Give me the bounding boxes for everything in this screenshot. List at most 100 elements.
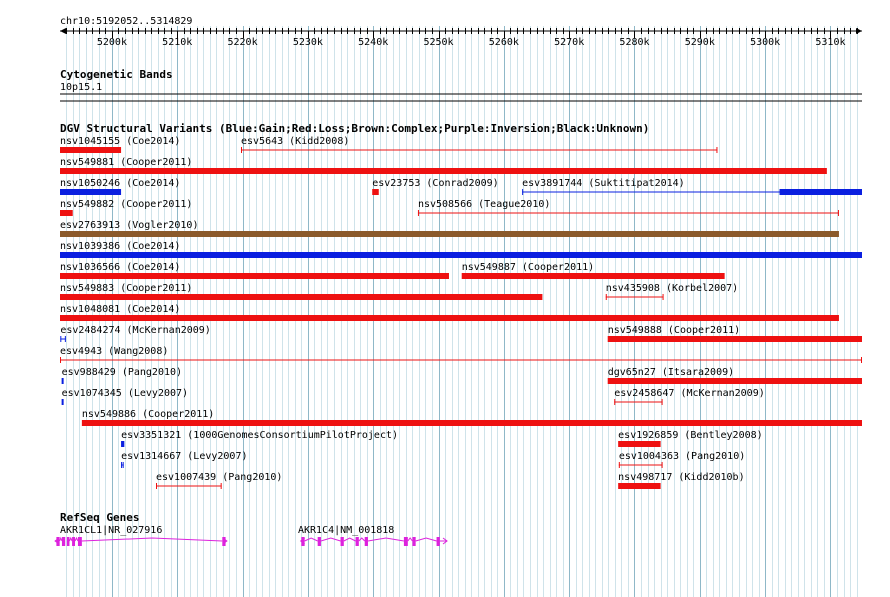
ruler-tick-label: 5260k bbox=[489, 37, 519, 48]
dgv-feature-label: nsv1048081 (Coe2014) bbox=[60, 304, 180, 315]
refseq-genes: AKR1CL1|NR_027916 AKR1C4|NM_001818 bbox=[54, 525, 448, 546]
dgv-feature-label: esv1314667 (Levy2007) bbox=[121, 451, 247, 462]
dgv-feature-label: esv1004363 (Pang2010) bbox=[619, 451, 745, 462]
ruler-tick-label: 5250k bbox=[423, 37, 453, 48]
dgv-feature-bar[interactable] bbox=[81, 420, 863, 426]
refseq-gene-label: AKR1CL1|NR_027916 bbox=[60, 525, 162, 536]
dgv-feature-bar[interactable] bbox=[60, 210, 73, 216]
dgv-feature-bar[interactable] bbox=[61, 399, 64, 405]
refseq-exon bbox=[340, 537, 344, 546]
dgv-feature[interactable]: nsv549887 (Cooper2011) bbox=[461, 262, 725, 279]
background-grid bbox=[66, 26, 858, 597]
dgv-feature-bar[interactable] bbox=[618, 483, 661, 489]
dgv-feature-bar[interactable] bbox=[607, 336, 862, 342]
dgv-feature[interactable]: nsv549888 (Cooper2011) bbox=[607, 325, 862, 342]
ruler-right-arrow-icon[interactable] bbox=[856, 28, 862, 34]
dgv-feature[interactable]: nsv549881 (Cooper2011) bbox=[60, 157, 827, 174]
dgv-feature-label: nsv1050246 (Coe2014) bbox=[60, 178, 180, 189]
dgv-feature-bar[interactable] bbox=[618, 441, 661, 447]
dgv-feature-label: esv1926859 (Bentley2008) bbox=[618, 430, 763, 441]
dgv-feature[interactable]: nsv498717 (Kidd2010b) bbox=[618, 472, 745, 489]
refseq-intron bbox=[320, 537, 341, 542]
dgv-feature[interactable]: esv1926859 (Bentley2008) bbox=[618, 430, 763, 447]
dgv-feature-bar[interactable] bbox=[60, 189, 122, 195]
refseq-intron bbox=[304, 537, 318, 542]
dgv-feature[interactable]: esv2763913 (Vogler2010) bbox=[60, 220, 839, 237]
refseq-exon bbox=[301, 537, 305, 546]
ruler-left-arrow-icon[interactable] bbox=[60, 28, 66, 34]
dgv-feature-label: esv5643 (Kidd2008) bbox=[241, 136, 349, 147]
cytoband-track-title: Cytogenetic Bands bbox=[60, 68, 173, 81]
dgv-feature[interactable]: esv3351321 (1000GenomesConsortiumPilotPr… bbox=[121, 430, 398, 447]
genome-browser-view: chr10:5192052..5314829 5200k 5210k 5220k 52… bbox=[54, 16, 863, 597]
refseq-gene[interactable]: AKR1CL1|NR_027916 bbox=[54, 525, 228, 546]
dgv-feature[interactable]: esv1007439 (Pang2010) bbox=[156, 472, 282, 489]
cytoband-label[interactable]: 10p15.1 bbox=[60, 82, 102, 93]
dgv-feature[interactable]: esv23753 (Conrad2009) bbox=[372, 178, 499, 195]
ruler-tick-label: 5310k bbox=[815, 37, 845, 48]
dgv-feature[interactable]: nsv1045155 (Coe2014) bbox=[60, 136, 180, 153]
ruler-tick-label: 5240k bbox=[358, 37, 388, 48]
dgv-feature-label: nsv1045155 (Coe2014) bbox=[60, 136, 180, 147]
dgv-feature-bar[interactable] bbox=[121, 441, 125, 447]
refseq-intron bbox=[59, 536, 63, 542]
dgv-feature-label: esv2484274 (McKernan2009) bbox=[60, 325, 211, 336]
dgv-features: nsv1045155 (Coe2014) esv5643 (Kidd2008) ns… bbox=[60, 136, 863, 489]
dgv-feature-label: nsv549881 (Cooper2011) bbox=[60, 157, 192, 168]
dgv-feature-bar[interactable] bbox=[372, 189, 379, 195]
dgv-feature[interactable]: nsv435908 (Korbel2007) bbox=[605, 283, 738, 300]
dgv-feature[interactable]: esv5643 (Kidd2008) bbox=[240, 136, 718, 153]
refseq-gene[interactable]: AKR1C4|NM_001818 bbox=[298, 525, 448, 546]
refseq-track-title: RefSeq Genes bbox=[60, 511, 139, 524]
dgv-feature[interactable]: esv2484274 (McKernan2009) bbox=[60, 325, 211, 342]
refseq-exon bbox=[66, 537, 70, 546]
dgv-feature[interactable]: nsv1050246 (Coe2014) bbox=[60, 178, 180, 195]
dgv-feature-label: dgv65n27 (Itsara2009) bbox=[608, 367, 734, 378]
refseq-exon bbox=[317, 537, 321, 546]
dgv-feature-label: nsv549888 (Cooper2011) bbox=[608, 325, 740, 336]
location-label: chr10:5192052..5314829 bbox=[60, 16, 192, 27]
dgv-feature-bar[interactable] bbox=[461, 273, 725, 279]
dgv-feature-label: nsv549883 (Cooper2011) bbox=[60, 283, 192, 294]
dgv-feature-label: esv4943 (Wang2008) bbox=[60, 346, 168, 357]
refseq-exon bbox=[61, 537, 66, 546]
refseq-exon bbox=[222, 537, 226, 546]
dgv-feature[interactable]: esv2458647 (McKernan2009) bbox=[614, 388, 765, 405]
dgv-feature-bar[interactable] bbox=[60, 273, 449, 279]
dgv-feature-label: nsv549886 (Cooper2011) bbox=[82, 409, 214, 420]
refseq-track: RefSeq Genes AKR1CL1|NR_027916 AKR1C4|NM_… bbox=[54, 511, 448, 546]
dgv-feature-bar[interactable] bbox=[607, 378, 862, 384]
cytoband-track: Cytogenetic Bands 10p15.1 bbox=[60, 68, 862, 102]
ruler-tick-label: 5280k bbox=[619, 37, 649, 48]
dgv-feature-label: nsv549887 (Cooper2011) bbox=[462, 262, 594, 273]
refseq-exon bbox=[72, 537, 76, 546]
dgv-feature-label: nsv1039386 (Coe2014) bbox=[60, 241, 180, 252]
refseq-intron bbox=[81, 537, 223, 542]
refseq-exon bbox=[412, 537, 416, 546]
dgv-feature-bar[interactable] bbox=[60, 294, 543, 300]
dgv-feature-bar[interactable] bbox=[60, 147, 122, 153]
dgv-feature[interactable]: nsv1039386 (Coe2014) bbox=[60, 241, 862, 258]
dgv-feature[interactable]: dgv65n27 (Itsara2009) bbox=[607, 367, 862, 384]
refseq-intron bbox=[407, 537, 413, 542]
refseq-exon bbox=[436, 537, 440, 546]
dgv-feature-bar[interactable] bbox=[61, 378, 64, 384]
dgv-feature[interactable]: esv1074345 (Levy2007) bbox=[61, 388, 188, 405]
refseq-exon bbox=[364, 537, 368, 546]
dgv-feature[interactable]: nsv1036566 (Coe2014) bbox=[60, 262, 449, 279]
refseq-intron bbox=[74, 536, 79, 542]
ruler-tick-label: 5290k bbox=[685, 37, 715, 48]
dgv-track-title: DGV Structural Variants (Blue:Gain;Red:L… bbox=[60, 122, 649, 135]
dgv-feature[interactable]: esv4943 (Wang2008) bbox=[60, 346, 862, 363]
dgv-feature-label: esv1007439 (Pang2010) bbox=[156, 472, 282, 483]
dgv-feature-label: esv23753 (Conrad2009) bbox=[372, 178, 498, 189]
dgv-feature-bar[interactable] bbox=[779, 189, 862, 195]
dgv-feature-bar[interactable] bbox=[60, 231, 839, 237]
refseq-exon bbox=[355, 537, 359, 546]
dgv-feature[interactable]: nsv1048081 (Coe2014) bbox=[60, 304, 839, 321]
dgv-feature-bar[interactable] bbox=[60, 168, 827, 174]
dgv-feature-bar[interactable] bbox=[60, 315, 839, 321]
ruler-tick-label: 5270k bbox=[554, 37, 584, 48]
dgv-feature-label: esv3891744 (Suktitipat2014) bbox=[522, 178, 685, 189]
dgv-feature-bar[interactable] bbox=[60, 252, 862, 258]
